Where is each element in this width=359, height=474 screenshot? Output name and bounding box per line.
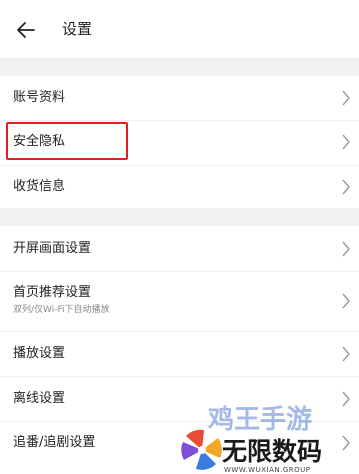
chevron-right-icon xyxy=(342,90,350,106)
top-bar: 设置 xyxy=(0,0,359,58)
settings-item-label: 账号资料 xyxy=(13,90,66,105)
settings-item-description: 双列/仅Wi-Fi下自动播放 xyxy=(13,305,110,315)
chevron-right-icon xyxy=(342,134,350,150)
section-gap xyxy=(0,208,359,226)
page-title: 设置 xyxy=(62,20,93,38)
watermark-logo: 鸡王手游 无限数码 WWW.WUXIAN.GROUP xyxy=(181,404,322,474)
settings-item-playback[interactable]: 播放设置 xyxy=(0,332,359,376)
highlight-box xyxy=(6,122,128,160)
settings-item-label: 首页推荐设置 xyxy=(13,285,92,300)
chevron-right-icon xyxy=(342,241,350,257)
settings-item-splash-screen[interactable]: 开屏画面设置 xyxy=(0,226,359,271)
settings-item-home-recommend[interactable]: 首页推荐设置 双列/仅Wi-Fi下自动播放 xyxy=(0,272,359,331)
settings-item-label: 追番/追剧设置 xyxy=(13,435,96,450)
back-arrow-icon[interactable] xyxy=(14,18,38,42)
chevron-right-icon xyxy=(342,293,350,309)
section-gap xyxy=(0,58,359,76)
watermark-brand-main: 无限数码 xyxy=(222,437,322,466)
settings-item-label: 收货信息 xyxy=(13,179,66,194)
chevron-right-icon xyxy=(342,346,350,362)
settings-item-label: 开屏画面设置 xyxy=(13,241,92,256)
settings-item-label: 播放设置 xyxy=(13,346,66,361)
settings-item-account-profile[interactable]: 账号资料 xyxy=(0,76,359,120)
settings-item-shipping-info[interactable]: 收货信息 xyxy=(0,166,359,208)
chevron-right-icon xyxy=(342,179,350,195)
watermark-brand-url: WWW.WUXIAN.GROUP xyxy=(224,466,310,474)
watermark-brand-top: 鸡王手游 xyxy=(207,404,312,435)
settings-item-label: 离线设置 xyxy=(13,391,66,406)
